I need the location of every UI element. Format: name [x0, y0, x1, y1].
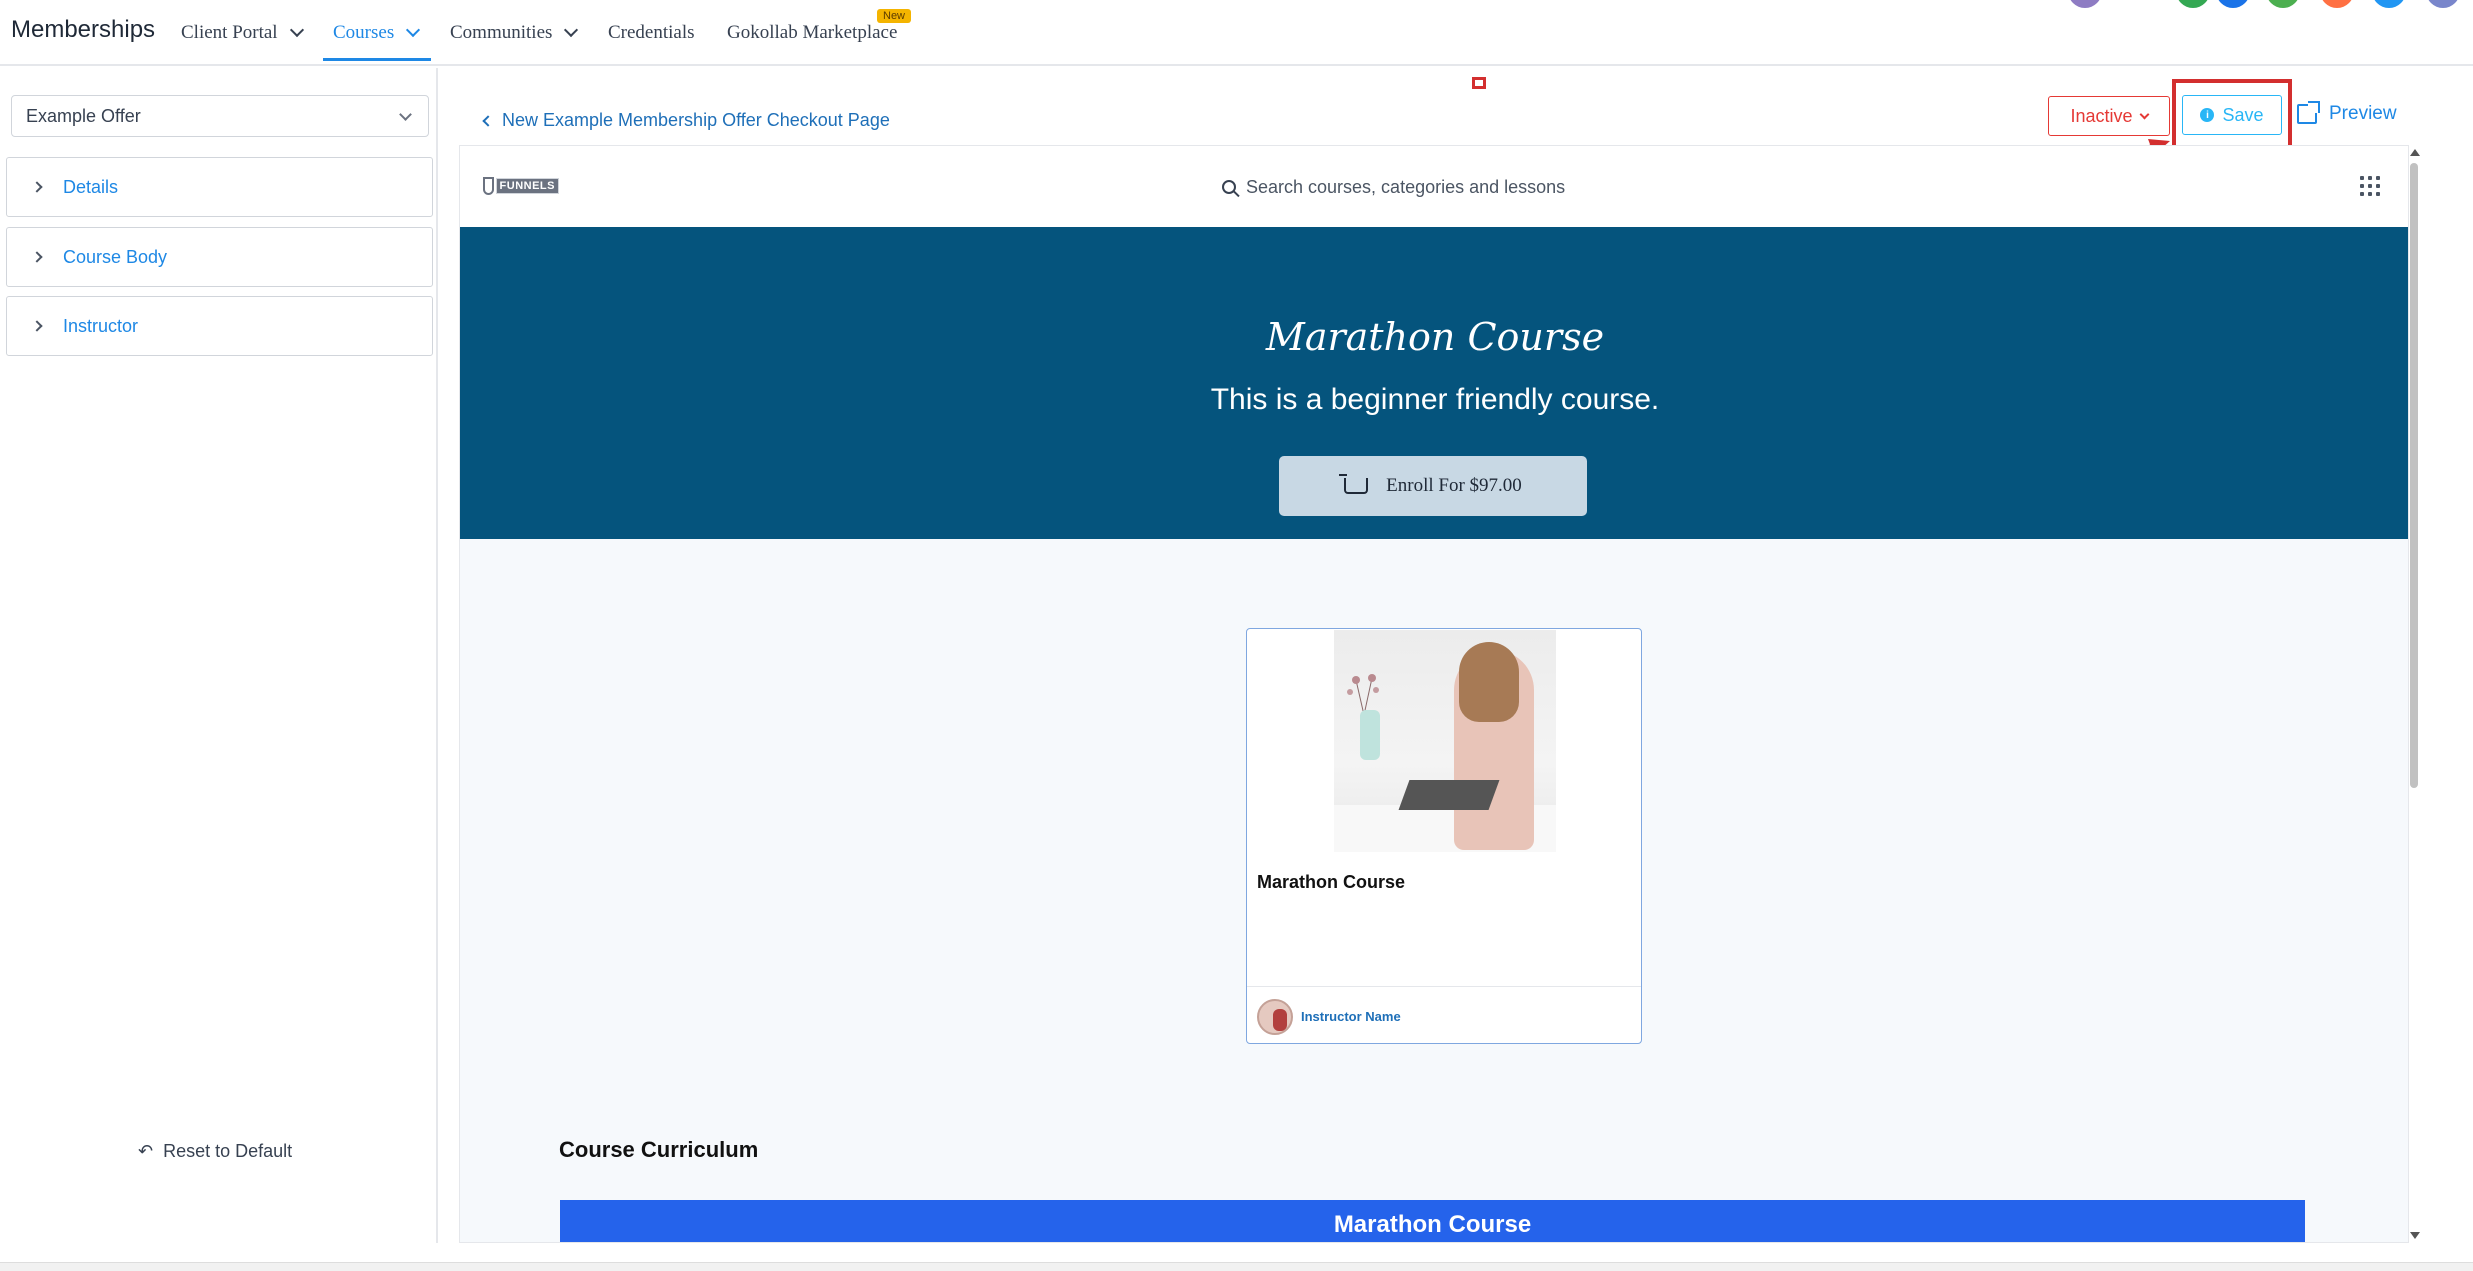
- avatar: [1257, 999, 1293, 1035]
- avatar[interactable]: [2426, 0, 2460, 8]
- chevron-left-icon: [482, 114, 494, 127]
- card-divider: [1247, 986, 1641, 987]
- avatar[interactable]: [2176, 0, 2210, 8]
- search-icon: [1222, 180, 1236, 194]
- nav-marketplace-label: Gokollab Marketplace: [727, 22, 898, 43]
- scroll-up-icon[interactable]: [2410, 149, 2420, 156]
- nav-courses[interactable]: Courses: [333, 22, 421, 44]
- curriculum-module-bar[interactable]: Marathon Course: [560, 1200, 2305, 1242]
- chevron-right-icon: [31, 181, 43, 193]
- avatar[interactable]: [2320, 0, 2354, 8]
- chevron-down-icon: [399, 108, 412, 121]
- accordion-label: Instructor: [63, 315, 139, 336]
- cart-icon: [1339, 474, 1369, 494]
- chevron-down-icon: [564, 22, 579, 38]
- editor-sidebar: Example Offer Details Course Body Instru…: [0, 68, 438, 1243]
- reset-to-default-button[interactable]: ↶ Reset to Default: [138, 1141, 292, 1162]
- search-input[interactable]: Search courses, categories and lessons: [1210, 166, 1660, 208]
- logo-mark-icon: [483, 177, 494, 195]
- curriculum-title: Course Curriculum: [559, 1137, 759, 1162]
- hero-title: Marathon Course: [1265, 315, 1605, 359]
- annotation-marker: [1472, 77, 1486, 89]
- enroll-label: Enroll For $97.00: [1386, 475, 1522, 496]
- offer-select-value: Example Offer: [26, 105, 141, 126]
- course-card[interactable]: Marathon Course Instructor Name: [1246, 628, 1642, 1044]
- nav-communities[interactable]: Communities: [450, 22, 579, 44]
- nav-credentials-label: Credentials: [608, 22, 695, 43]
- chevron-down-icon: [289, 22, 304, 38]
- page-preview: FUNNELS Search courses, categories and l…: [459, 145, 2409, 1243]
- accordion-label: Course Body: [63, 246, 168, 267]
- status-dropdown[interactable]: Inactive: [2048, 96, 2170, 136]
- avatar[interactable]: [2372, 0, 2406, 8]
- back-link-label: New Example Membership Offer Checkout Pa…: [502, 110, 890, 130]
- window-bottom-edge: [0, 1262, 2473, 1271]
- new-badge: New: [877, 9, 912, 23]
- avatar[interactable]: [2216, 0, 2250, 8]
- preview-button[interactable]: Preview: [2297, 101, 2397, 125]
- funnels-logo: FUNNELS: [483, 174, 559, 198]
- accordion-label: Details: [63, 176, 119, 197]
- nav-courses-label: Courses: [333, 22, 395, 43]
- search-placeholder: Search courses, categories and lessons: [1246, 176, 1566, 197]
- nav-marketplace[interactable]: Gokollab Marketplace: [727, 22, 897, 44]
- preview-scrollbar[interactable]: [2408, 145, 2420, 1243]
- chevron-right-icon: [31, 251, 43, 263]
- reset-label: Reset to Default: [163, 1141, 293, 1161]
- apps-grid-icon[interactable]: [2360, 176, 2380, 196]
- hero-banner: Marathon Course This is a beginner frien…: [460, 227, 2408, 539]
- course-image: [1334, 630, 1556, 852]
- nav-credentials[interactable]: Credentials: [608, 22, 695, 44]
- accordion-details[interactable]: Details: [6, 157, 433, 217]
- chevron-right-icon: [31, 320, 43, 332]
- app-root: Memberships Client Portal Courses Commun…: [0, 0, 2473, 1271]
- accordion-instructor[interactable]: Instructor: [6, 296, 433, 356]
- enroll-button[interactable]: Enroll For $97.00: [1279, 456, 1587, 516]
- brand-title: Memberships: [11, 16, 156, 43]
- nav-communities-label: Communities: [450, 22, 553, 43]
- nav-client-portal-label: Client Portal: [181, 22, 278, 43]
- nav-client-portal[interactable]: Client Portal: [181, 22, 304, 44]
- chevron-down-icon: [406, 22, 421, 38]
- course-card-title: Marathon Course: [1257, 872, 1406, 892]
- active-tab-indicator: [323, 58, 431, 61]
- undo-icon: ↶: [138, 1141, 154, 1161]
- scroll-down-icon[interactable]: [2410, 1232, 2420, 1239]
- chevron-down-icon: [2139, 109, 2149, 119]
- avatar[interactable]: [2266, 0, 2300, 8]
- offer-select[interactable]: Example Offer: [11, 95, 429, 137]
- external-link-icon: [2297, 101, 2320, 124]
- save-highlight-box: [2172, 79, 2292, 151]
- scroll-thumb[interactable]: [2410, 163, 2418, 788]
- status-label: Inactive: [2070, 105, 2133, 126]
- hero-subtitle: This is a beginner friendly course.: [1210, 383, 1660, 416]
- instructor-name[interactable]: Instructor Name: [1301, 1009, 1401, 1024]
- avatar[interactable]: [2068, 0, 2102, 8]
- top-navigation: Memberships Client Portal Courses Commun…: [0, 0, 2473, 66]
- preview-header: FUNNELS Search courses, categories and l…: [460, 146, 2408, 227]
- back-link[interactable]: New Example Membership Offer Checkout Pa…: [482, 110, 890, 131]
- preview-label: Preview: [2329, 103, 2397, 124]
- accordion-course-body[interactable]: Course Body: [6, 227, 433, 287]
- logo-text: FUNNELS: [495, 178, 559, 194]
